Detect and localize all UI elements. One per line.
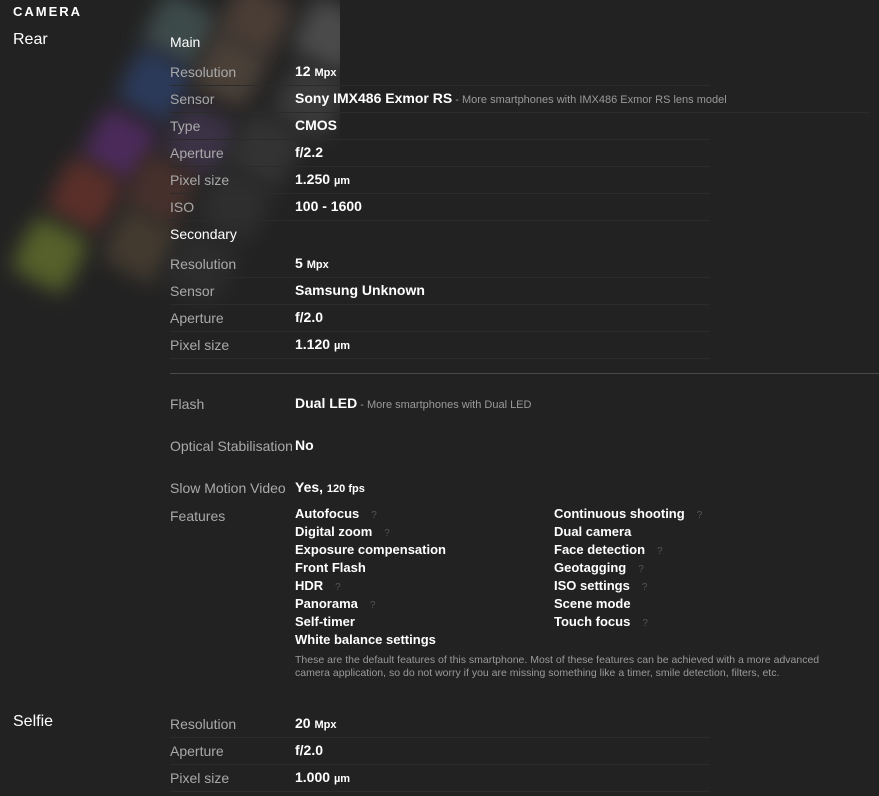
spec-value: Sony IMX486 Exmor RS - More smartphones … bbox=[295, 90, 727, 106]
feature-self-timer: Self-timer bbox=[295, 614, 355, 629]
rear-label: Rear bbox=[13, 31, 48, 48]
features-note: These are the default features of this s… bbox=[295, 654, 820, 679]
spec-value: CMOS bbox=[295, 117, 337, 133]
flash-link[interactable]: Dual LED bbox=[295, 395, 357, 411]
spec-row-resolution: Resolution 20 Mpx bbox=[170, 711, 710, 738]
spec-value: 1.120 µm bbox=[295, 336, 351, 352]
sensor-link[interactable]: Sony IMX486 Exmor RS bbox=[295, 90, 452, 106]
spec-label: Aperture bbox=[170, 145, 224, 161]
spec-label: Optical Stabilisation bbox=[170, 438, 293, 454]
spec-label: Flash bbox=[170, 396, 205, 412]
spec-label: Sensor bbox=[170, 283, 215, 299]
spec-value: Dual LED - More smartphones with Dual LE… bbox=[295, 395, 531, 411]
spec-row-sensor: Sensor Sony IMX486 Exmor RS - More smart… bbox=[170, 86, 870, 113]
spec-row-aperture: Aperture f/2.0 bbox=[170, 305, 710, 332]
section-title: CAMERA bbox=[13, 4, 83, 19]
spec-label: Slow Motion Video bbox=[170, 480, 286, 496]
spec-row-resolution: Resolution 5 Mpx bbox=[170, 251, 710, 278]
spec-label: Pixel size bbox=[170, 337, 230, 353]
spec-row-flash: Flash Dual LED - More smartphones with D… bbox=[170, 391, 870, 417]
spec-row-pixel-size: Pixel size 1.120 µm bbox=[170, 332, 710, 359]
feature-digital-zoom: Digital zoom? bbox=[295, 524, 390, 539]
spec-row-resolution: Resolution 12 Mpx bbox=[170, 59, 710, 86]
feature-panorama: Panorama? bbox=[295, 596, 376, 611]
features-label: Features bbox=[170, 508, 226, 524]
spec-label: Resolution bbox=[170, 64, 237, 80]
help-icon[interactable]: ? bbox=[371, 510, 377, 521]
more-smartphones-link[interactable]: - More smartphones with Dual LED bbox=[357, 399, 531, 411]
spec-row-aperture: Aperture f/2.2 bbox=[170, 140, 710, 167]
spec-row-sensor: Sensor Samsung Unknown bbox=[170, 278, 710, 305]
selfie-label: Selfie bbox=[13, 713, 54, 730]
feature-front-flash: Front Flash bbox=[295, 560, 366, 575]
main-camera-title: Main bbox=[170, 34, 201, 50]
spec-label: Sensor bbox=[170, 91, 215, 107]
spec-value: 100 - 1600 bbox=[295, 198, 362, 214]
spec-value: Samsung Unknown bbox=[295, 282, 425, 298]
spec-label: Aperture bbox=[170, 743, 224, 759]
help-icon[interactable]: ? bbox=[642, 582, 648, 593]
spec-value: 20 Mpx bbox=[295, 715, 337, 731]
spec-label: Resolution bbox=[170, 716, 237, 732]
spec-label: Resolution bbox=[170, 256, 237, 272]
spec-label: ISO bbox=[170, 199, 195, 215]
spec-row-aperture: Aperture f/2.0 bbox=[170, 738, 710, 765]
feature-hdr: HDR? bbox=[295, 578, 341, 593]
spec-value: 1.250 µm bbox=[295, 171, 351, 187]
spec-value: 12 Mpx bbox=[295, 63, 337, 79]
feature-geotagging: Geotagging? bbox=[554, 560, 644, 575]
feature-face-detection: Face detection? bbox=[554, 542, 663, 557]
help-icon[interactable]: ? bbox=[657, 546, 663, 557]
help-icon[interactable]: ? bbox=[697, 510, 703, 521]
feature-exposure-compensation: Exposure compensation bbox=[295, 542, 446, 557]
spec-row-iso: ISO 100 - 1600 bbox=[170, 194, 710, 221]
feature-autofocus: Autofocus? bbox=[295, 506, 377, 521]
spec-label: Pixel size bbox=[170, 770, 230, 786]
help-icon[interactable]: ? bbox=[384, 528, 390, 539]
feature-iso-settings: ISO settings? bbox=[554, 578, 648, 593]
spec-label: Type bbox=[170, 118, 201, 134]
help-icon[interactable]: ? bbox=[638, 564, 644, 575]
secondary-camera-title: Secondary bbox=[170, 226, 237, 242]
help-icon[interactable]: ? bbox=[642, 618, 648, 629]
feature-continuous-shooting: Continuous shooting? bbox=[554, 506, 703, 521]
spec-row-slow-motion: Slow Motion Video Yes, 120 fps bbox=[170, 475, 710, 501]
feature-dual-camera: Dual camera bbox=[554, 524, 632, 539]
spec-value: 1.000 µm bbox=[295, 769, 351, 785]
spec-value: No bbox=[295, 437, 314, 453]
feature-white-balance: White balance settings bbox=[295, 632, 436, 647]
spec-label: Aperture bbox=[170, 310, 224, 326]
feature-touch-focus: Touch focus? bbox=[554, 614, 648, 629]
feature-scene-mode: Scene mode bbox=[554, 596, 631, 611]
spec-value: 5 Mpx bbox=[295, 255, 329, 271]
spec-value: f/2.0 bbox=[295, 309, 324, 325]
spec-row-pixel-size: Pixel size 1.250 µm bbox=[170, 167, 710, 194]
spec-row-pixel-size: Pixel size 1.000 µm bbox=[170, 765, 710, 792]
help-icon[interactable]: ? bbox=[370, 600, 376, 611]
more-smartphones-link[interactable]: - More smartphones with IMX486 Exmor RS … bbox=[452, 94, 726, 106]
divider bbox=[170, 373, 879, 374]
spec-value: f/2.0 bbox=[295, 742, 324, 758]
spec-row-stabilisation: Optical Stabilisation No bbox=[170, 433, 710, 459]
spec-value: f/2.2 bbox=[295, 144, 324, 160]
spec-label: Pixel size bbox=[170, 172, 230, 188]
spec-row-type: Type CMOS bbox=[170, 113, 710, 140]
help-icon[interactable]: ? bbox=[335, 582, 341, 593]
spec-value: Yes, 120 fps bbox=[295, 479, 365, 495]
